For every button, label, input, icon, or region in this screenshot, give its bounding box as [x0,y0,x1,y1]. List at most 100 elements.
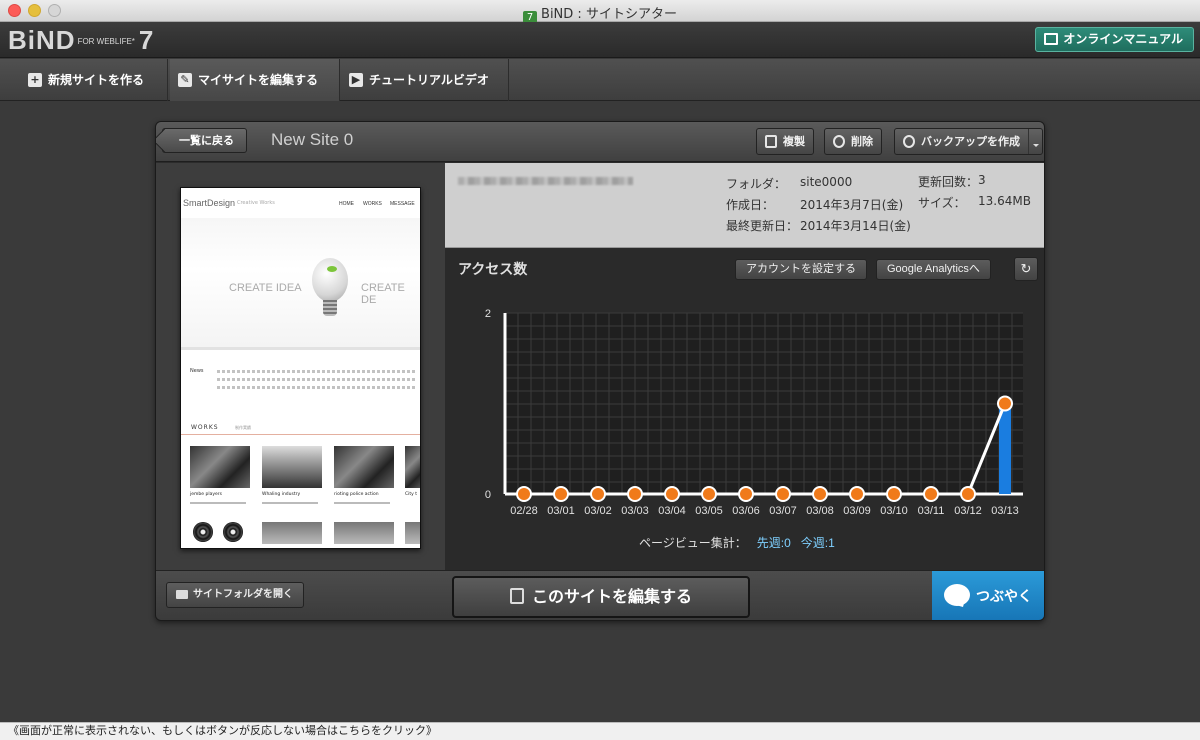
edit-icon [509,588,524,604]
backup-button[interactable]: バックアップを作成 [894,128,1043,155]
sprout-icon [327,266,337,272]
chart-x-tick-label: 03/05 [695,505,723,517]
thumb-work-image [405,522,420,544]
troubleshoot-link[interactable]: 《画面が正常に表示されない、もしくはボタンが反応しない場合はこちらをクリック》 [0,722,1200,740]
thumb-nav-message: MESSAGE [390,201,415,207]
history-icon [903,135,915,148]
delete-label: 削除 [851,135,873,148]
tab-new-site-label: 新規サイトを作る [48,73,145,87]
size-label: サイズ： [918,196,966,210]
site-thumbnail[interactable]: SmartDesign Creative Works HOME WORKS ME… [180,187,421,549]
delete-button[interactable]: 削除 [824,128,882,155]
site-thumbnail-area: SmartDesign Creative Works HOME WORKS ME… [156,163,445,570]
last-week-count: 先週:0 [756,536,791,550]
thumb-news-line [217,370,415,373]
thumb-caption: Whaling industry [262,492,301,497]
backup-dropdown-arrow[interactable] [1028,129,1042,154]
thumb-work-image [405,446,420,488]
tab-tutorial-video[interactable]: ▶ チュートリアルビデオ [341,59,509,101]
chart-point [999,397,1011,410]
created-value: 2014年3月7日(金) [800,198,904,212]
thumb-news-line [217,378,415,381]
chart-point [888,488,900,500]
set-account-button[interactable]: アカウントを設定する [735,259,867,280]
thumb-news-label: News [190,368,204,374]
chart-x-tick-label: 03/01 [547,505,575,517]
open-site-folder-label: サイトフォルダを開く [193,589,293,600]
thumb-hero: CREATE IDEA CREATE DE [181,218,420,350]
chart-x-tick-label: 03/02 [584,505,612,517]
thumb-caption: jembe players [190,492,222,497]
chart-y-tick-label: 0 [485,489,491,501]
thumb-disc-image [193,522,213,542]
chart-x-tick-label: 03/11 [918,505,945,517]
chart-y-tick-label: 2 [485,308,491,320]
window-titlebar: 7 BiND : サイトシアター [0,0,1200,25]
access-section: 0 2 02/28 03/01 03/02 03/03 03/04 03/05 03/06 03/… [445,248,1044,570]
chart-point [592,488,604,500]
chart-x-tick-label: 03/12 [954,505,982,517]
open-site-folder-button[interactable]: サイトフォルダを開く [166,582,304,608]
lightbulb-icon [312,258,348,302]
folder-value: site0000 [800,175,853,189]
thumb-hero-text-right: CREATE DE [361,282,405,306]
thumb-works-label: WORKS [191,424,219,431]
online-manual-label: オンラインマニュアル [1063,32,1183,46]
chart-x-tick-label: 03/13 [991,505,1019,517]
bulb-base [323,300,337,316]
chart-point [777,488,789,500]
edit-this-site-label: このサイトを編集する [531,587,692,606]
speech-bubble-icon [944,584,970,606]
backup-label: バックアップを作成 [921,135,1020,148]
thumb-works-divider [181,434,420,435]
copy-button[interactable]: 複製 [756,128,814,155]
chart-point [666,488,678,500]
chart-x-tick-label: 03/08 [806,505,834,517]
chart-point [814,488,826,500]
chart-x-tick-label: 03/03 [621,505,649,517]
folder-icon [176,590,188,599]
online-manual-button[interactable]: オンラインマニュアル [1035,27,1194,52]
thumb-work-image [190,446,250,488]
tab-edit-my-site[interactable]: ✎ マイサイトを編集する [170,59,340,101]
chart-point [629,488,641,500]
logo-sub: FOR WEBLIFE* [77,37,135,46]
pencil-icon: ✎ [178,73,192,87]
chart-point [962,488,974,500]
play-icon: ▶ [349,73,363,87]
created-label: 作成日： [726,198,775,212]
pageview-summary-label: ページビュー集計： [639,536,747,550]
tab-new-site[interactable]: + 新規サイトを作る [20,59,168,101]
thumb-work-image [334,446,394,488]
thumb-header: SmartDesign Creative Works HOME WORKS ME… [181,188,420,218]
edit-this-site-button[interactable]: このサイトを編集する [452,576,750,618]
thumb-caption-line [190,502,246,504]
logo-main: BiND [8,25,76,55]
update-count-value: 3 [978,173,986,187]
chart-point [555,488,567,500]
thumb-logo: SmartDesign [183,198,236,208]
chart-point [740,488,752,500]
window-title-text: BiND : サイトシアター [541,7,677,22]
tweet-button[interactable]: つぶやく [932,571,1044,620]
back-to-list-button[interactable]: 一覧に戻る [162,128,247,153]
app-header: BiND FOR WEBLIFE* 7 オンラインマニュアル [0,22,1200,58]
chart-point [518,488,530,500]
tweet-label: つぶやく [976,589,1032,605]
copy-icon [765,135,777,148]
google-analytics-button[interactable]: Google Analyticsへ [876,259,991,280]
thumb-work-image [262,446,322,488]
refresh-icon[interactable]: ↻ [1014,257,1038,281]
chart-x-tick-label: 03/06 [732,505,760,517]
update-count-label: 更新回数： [918,175,979,189]
chart-point [925,488,937,500]
thumb-nav-home: HOME [339,201,354,207]
access-chart: 0 2 02/28 03/01 03/02 03/03 03/04 03/05 03/06 03/… [485,308,1023,517]
chart-point [703,488,715,500]
thumb-caption: City t [405,492,418,497]
thumb-caption-line [262,502,318,504]
folder-label: フォルダ： [726,177,787,191]
tab-edit-my-site-label: マイサイトを編集する [198,73,319,87]
chart-x-tick-label: 03/04 [658,505,686,517]
chart-x-tick-label: 03/10 [880,505,908,517]
